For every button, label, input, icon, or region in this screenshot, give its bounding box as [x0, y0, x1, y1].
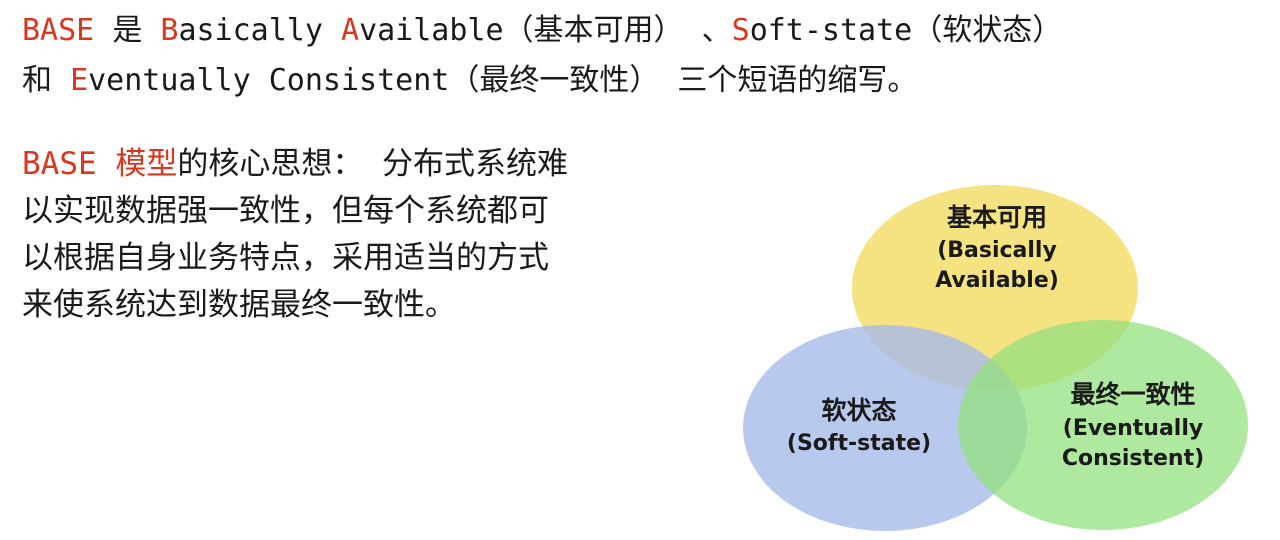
base-venn-diagram: 基本可用 (Basically Available) 软状态 (Soft-sta…: [743, 185, 1248, 531]
initial-e: E: [70, 63, 89, 98]
core-row-2: 以实现数据强一致性，但每个系统都可: [22, 193, 549, 229]
label-soft-state-en: (Soft-state): [787, 431, 931, 456]
term-available-rest: vailable（基本可用）: [359, 13, 684, 48]
core-row-1-text: 的核心思想： 分布式系统难: [177, 146, 568, 182]
core-row-1: BASE 模型的核心思想： 分布式系统难: [22, 141, 722, 188]
label-eventually-consistent-en-2: Consistent): [1062, 446, 1204, 471]
term-eventually-rest: ventually Consistent（最终一致性）: [88, 63, 660, 98]
term-soft-state-rest: oft-state（软状态）: [749, 13, 1063, 48]
initial-s: S: [731, 13, 750, 48]
label-eventually-consistent-en-1: (Eventually: [1063, 416, 1203, 441]
intro-line-1: BASE 是 Basically Available（基本可用） 、Soft-s…: [22, 11, 1062, 51]
term-basically-rest: asically: [178, 13, 323, 48]
label-basically-available-en-2: Available): [935, 268, 1059, 293]
initial-a: A: [341, 13, 360, 48]
word-and: 和: [22, 63, 52, 98]
intro-line-2: 和 Eventually Consistent（最终一致性） 三个短语的缩写。: [22, 61, 917, 101]
term-base: BASE: [22, 13, 95, 48]
label-basically-available-en-1: (Basically: [937, 238, 1057, 263]
label-soft-state-cn: 软状态: [821, 396, 896, 425]
word-is: 是: [112, 13, 143, 48]
initial-b: B: [160, 13, 179, 48]
separator: 、: [701, 13, 732, 48]
label-eventually-consistent-cn: 最终一致性: [1070, 380, 1195, 409]
intro-suffix: 三个短语的缩写。: [677, 63, 918, 98]
core-row-4: 来使系统达到数据最终一致性。: [22, 287, 456, 323]
core-highlight: BASE 模型: [22, 146, 178, 182]
label-basically-available-cn: 基本可用: [947, 203, 1047, 232]
core-row-3: 以根据自身业务特点，采用适当的方式: [22, 240, 549, 276]
core-idea-paragraph: BASE 模型的核心思想： 分布式系统难 以实现数据强一致性，但每个系统都可 以…: [22, 141, 722, 329]
